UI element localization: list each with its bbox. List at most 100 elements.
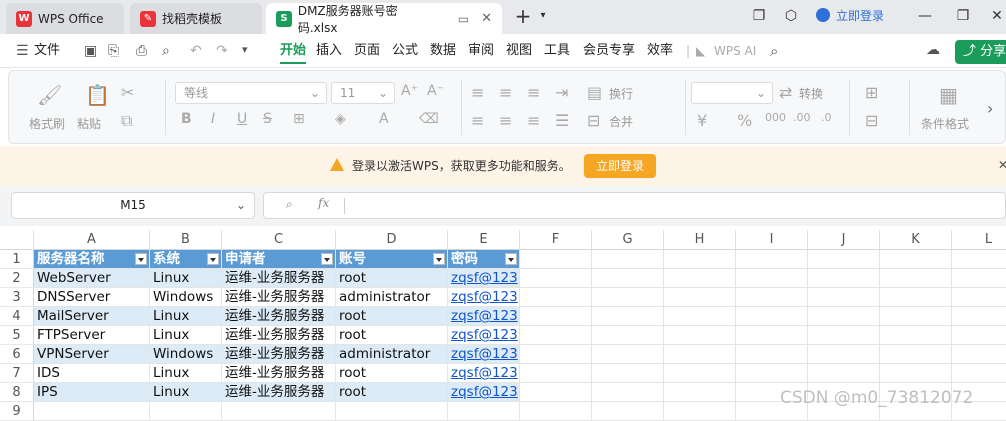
empty-cell[interactable] xyxy=(880,364,952,383)
table-cell[interactable]: MailServer xyxy=(34,307,150,326)
align-middle-icon[interactable]: ≡ xyxy=(499,83,512,102)
empty-cell[interactable] xyxy=(664,402,736,421)
filter-dropdown-icon[interactable] xyxy=(321,253,333,265)
column-header-h[interactable]: H xyxy=(664,230,736,250)
table-cell[interactable]: 运维-业务服务器 xyxy=(222,364,336,383)
password-link-cell[interactable]: zqsf@123 xyxy=(448,288,520,307)
empty-cell[interactable] xyxy=(736,269,808,288)
redo-icon[interactable]: ↷ xyxy=(216,43,228,59)
table-cell[interactable]: 运维-业务服务器 xyxy=(222,345,336,364)
maximize-icon[interactable]: ❐ xyxy=(950,6,976,26)
save-icon[interactable]: ▣ xyxy=(84,43,97,59)
tab-spreadsheet[interactable]: S DMZ服务器账号密码.xlsx ▭ ✕ xyxy=(266,3,502,35)
font-name-select[interactable]: 等线 ⌄ xyxy=(175,82,327,104)
empty-cell[interactable] xyxy=(664,269,736,288)
banner-login-button[interactable]: 立即登录 xyxy=(584,154,656,178)
empty-cell[interactable] xyxy=(592,269,664,288)
user-avatar-icon[interactable] xyxy=(816,8,830,22)
number-format-select[interactable]: ⌄ xyxy=(691,82,773,104)
wrap-label[interactable]: 换行 xyxy=(609,85,633,102)
indent-icon[interactable]: ⇥ xyxy=(555,83,568,102)
empty-cell[interactable] xyxy=(808,250,880,269)
font-size-select[interactable]: 11 ⌄ xyxy=(331,82,395,104)
password-link-cell[interactable]: zqsf@123 xyxy=(448,345,520,364)
empty-cell[interactable] xyxy=(336,402,448,421)
empty-cell[interactable] xyxy=(808,288,880,307)
empty-cell[interactable] xyxy=(736,288,808,307)
row-header-4[interactable]: 4 xyxy=(0,307,34,326)
clear-icon[interactable]: ⌫ xyxy=(419,111,439,127)
filter-dropdown-icon[interactable] xyxy=(433,253,445,265)
empty-cell[interactable] xyxy=(520,383,592,402)
empty-cell[interactable] xyxy=(520,269,592,288)
table-cell[interactable]: Linux xyxy=(150,269,222,288)
row-header-2[interactable]: 2 xyxy=(0,269,34,288)
menu-insert[interactable]: 插入 xyxy=(316,34,342,68)
share-button[interactable]: ⤴ 分享 xyxy=(955,40,1006,64)
fx-icon[interactable]: fx xyxy=(318,196,329,210)
menu-member[interactable]: 会员专享 xyxy=(583,34,635,68)
empty-cell[interactable] xyxy=(592,307,664,326)
table-cell[interactable]: VPNServer xyxy=(34,345,150,364)
column-header-i[interactable]: I xyxy=(736,230,808,250)
table-cell[interactable]: IPS xyxy=(34,383,150,402)
distribute-icon[interactable]: ☰ xyxy=(555,111,569,130)
menu-data[interactable]: 数据 xyxy=(430,34,456,68)
convert-label[interactable]: 转换 xyxy=(799,85,823,102)
empty-cell[interactable] xyxy=(448,402,520,421)
empty-cell[interactable] xyxy=(664,307,736,326)
close-icon[interactable]: ✕ xyxy=(998,158,1006,172)
empty-cell[interactable] xyxy=(880,269,952,288)
tab-pin-icon[interactable]: ▭ xyxy=(458,12,469,26)
table-cell[interactable]: root xyxy=(336,326,448,345)
password-link-cell[interactable]: zqsf@123 xyxy=(448,326,520,345)
table-cell[interactable]: FTPServer xyxy=(34,326,150,345)
column-header-l[interactable]: L xyxy=(952,230,1006,250)
export-icon[interactable]: ⎘ xyxy=(108,43,119,59)
table-header-cell[interactable]: 密码 xyxy=(448,250,520,269)
tab-wps-office[interactable]: W WPS Office xyxy=(6,3,124,34)
empty-cell[interactable] xyxy=(592,345,664,364)
minimize-icon[interactable]: — xyxy=(912,6,938,26)
bold-icon[interactable]: B xyxy=(181,111,192,127)
close-icon[interactable]: ✕ xyxy=(481,11,492,26)
empty-cell[interactable] xyxy=(664,364,736,383)
menu-wps-ai[interactable]: WPS AI xyxy=(714,34,756,68)
empty-cell[interactable] xyxy=(592,288,664,307)
italic-icon[interactable]: I xyxy=(211,111,215,127)
merge-icon[interactable]: ⊟ xyxy=(587,111,600,130)
search-icon[interactable]: ⌕ xyxy=(770,42,778,60)
chevron-down-icon[interactable]: ▾ xyxy=(242,43,248,56)
menu-page[interactable]: 页面 xyxy=(354,34,380,68)
empty-cell[interactable] xyxy=(592,326,664,345)
empty-cell[interactable] xyxy=(520,402,592,421)
table-cell[interactable]: IDS xyxy=(34,364,150,383)
table-cell[interactable]: Linux xyxy=(150,326,222,345)
empty-cell[interactable] xyxy=(880,345,952,364)
cell-style-icon[interactable]: ⊟ xyxy=(865,111,878,130)
percent-icon[interactable]: % xyxy=(737,111,752,130)
increase-decimal-icon[interactable]: .00 xyxy=(793,111,811,124)
table-cell[interactable]: Linux xyxy=(150,307,222,326)
empty-cell[interactable] xyxy=(880,307,952,326)
column-header-b[interactable]: B xyxy=(150,230,222,250)
row-header-9[interactable]: 9 xyxy=(0,402,34,421)
empty-cell[interactable] xyxy=(664,288,736,307)
empty-cell[interactable] xyxy=(736,364,808,383)
password-link-cell[interactable]: zqsf@123 xyxy=(448,269,520,288)
table-cell[interactable]: administrator xyxy=(336,345,448,364)
align-top-icon[interactable]: ≡ xyxy=(471,83,484,102)
empty-cell[interactable] xyxy=(736,307,808,326)
table-header-cell[interactable]: 系统 xyxy=(150,250,222,269)
table-header-cell[interactable]: 账号 xyxy=(336,250,448,269)
tab-template[interactable]: ✎ 找稻壳模板 xyxy=(130,3,262,34)
row-header-3[interactable]: 3 xyxy=(0,288,34,307)
column-header-a[interactable]: A xyxy=(34,230,150,250)
row-header-8[interactable]: 8 xyxy=(0,383,34,402)
fill-color-icon[interactable]: ◈ xyxy=(335,111,346,127)
cube-icon[interactable]: ⬡ xyxy=(778,6,804,26)
empty-cell[interactable] xyxy=(520,345,592,364)
empty-cell[interactable] xyxy=(952,345,1006,364)
table-cell[interactable]: 运维-业务服务器 xyxy=(222,383,336,402)
menu-review[interactable]: 审阅 xyxy=(468,34,494,68)
